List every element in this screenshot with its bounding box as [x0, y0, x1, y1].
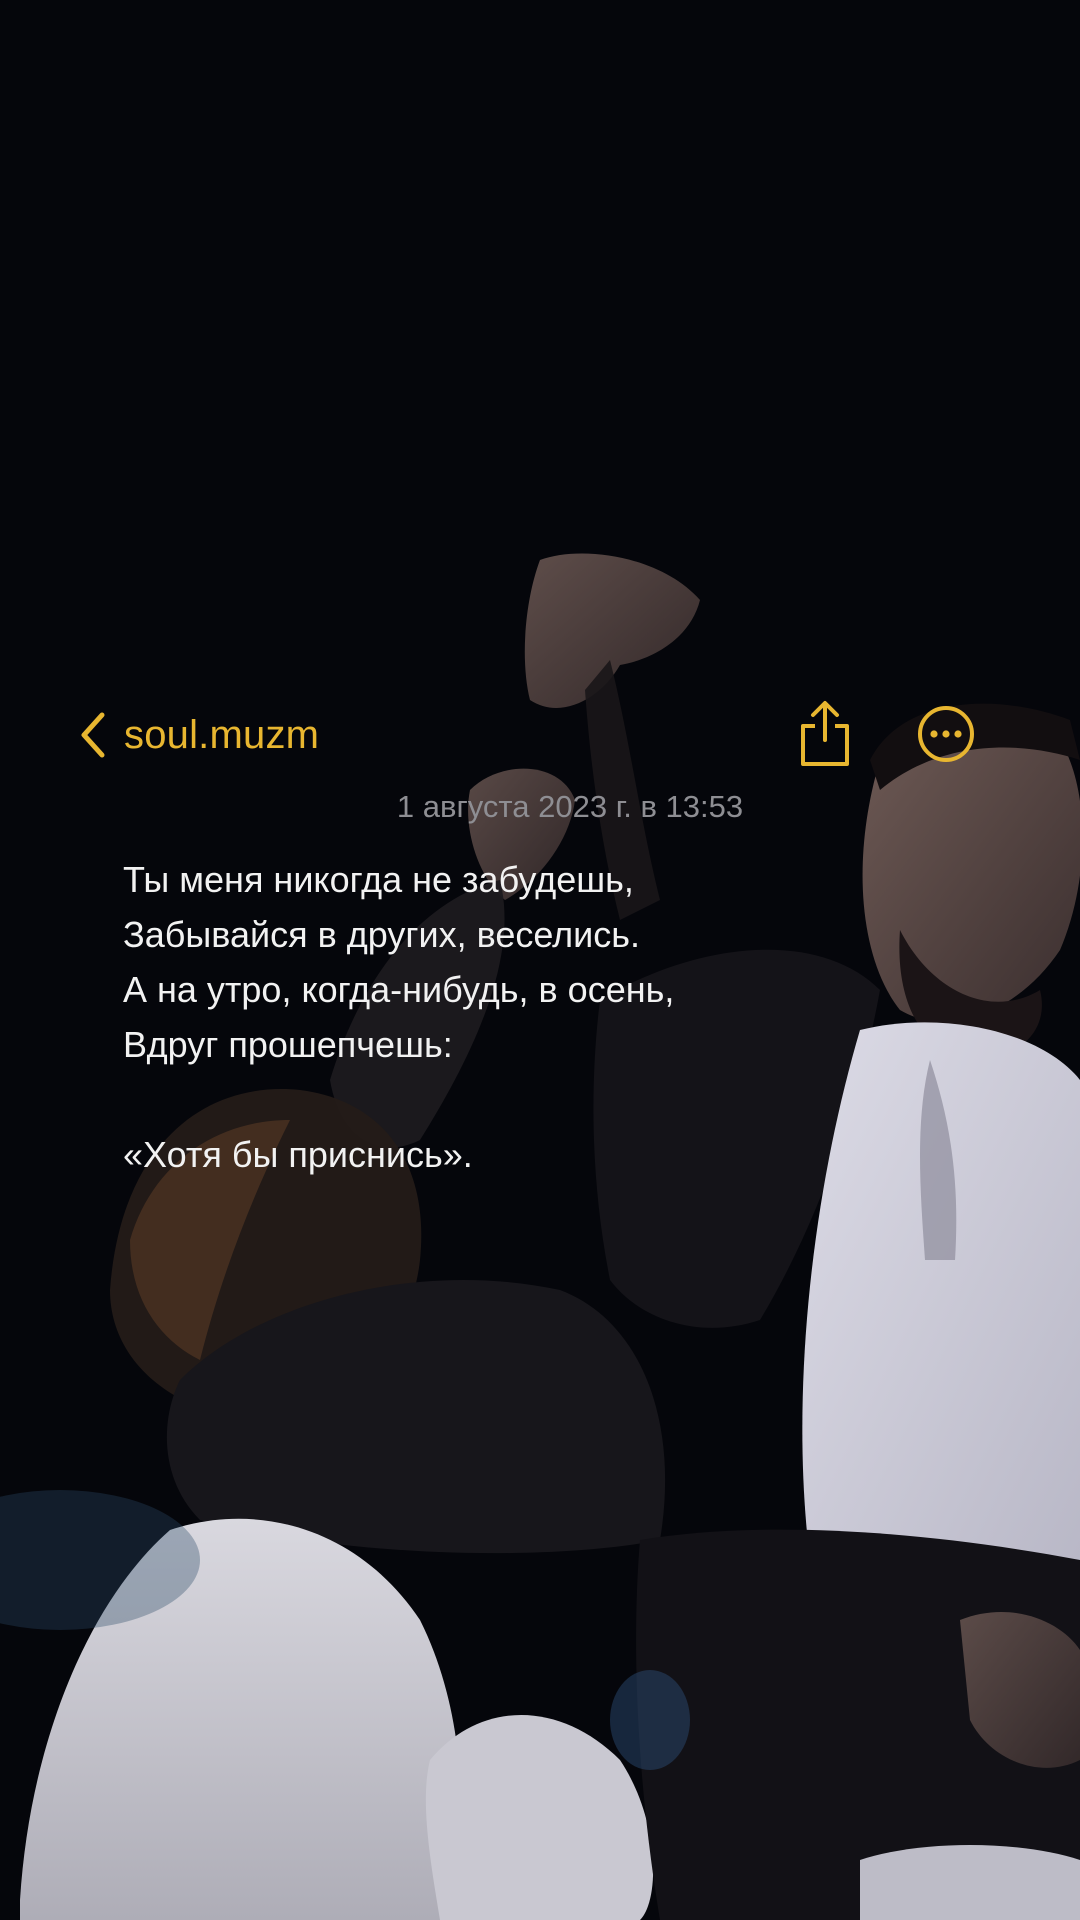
note-navigation-bar: soul.muzm	[0, 690, 1080, 780]
note-body[interactable]: Ты меня никогда не забудешь, Забывайся в…	[123, 852, 1003, 1182]
back-label: soul.muzm	[124, 712, 320, 757]
note-blank-line	[123, 1072, 1003, 1127]
chevron-left-icon	[81, 712, 105, 758]
note-line: Вдруг прошепчешь:	[123, 1024, 453, 1065]
note-line: Ты меня никогда не забудешь,	[123, 859, 634, 900]
note-timestamp: 1 августа 2023 г. в 13:53	[396, 789, 744, 824]
back-button[interactable]: soul.muzm	[78, 702, 319, 768]
note-line: А на утро, когда-нибудь, в осень,	[123, 969, 675, 1010]
note-line: «Хотя бы приснись».	[123, 1134, 473, 1175]
notes-screen: soul.muzm 1 августа 2023 г. в 13:53 Ты м…	[0, 0, 1080, 1920]
ellipsis-circle-icon[interactable]	[917, 705, 975, 763]
note-line: Забывайся в других, веселись.	[123, 914, 641, 955]
share-icon[interactable]	[797, 698, 853, 768]
